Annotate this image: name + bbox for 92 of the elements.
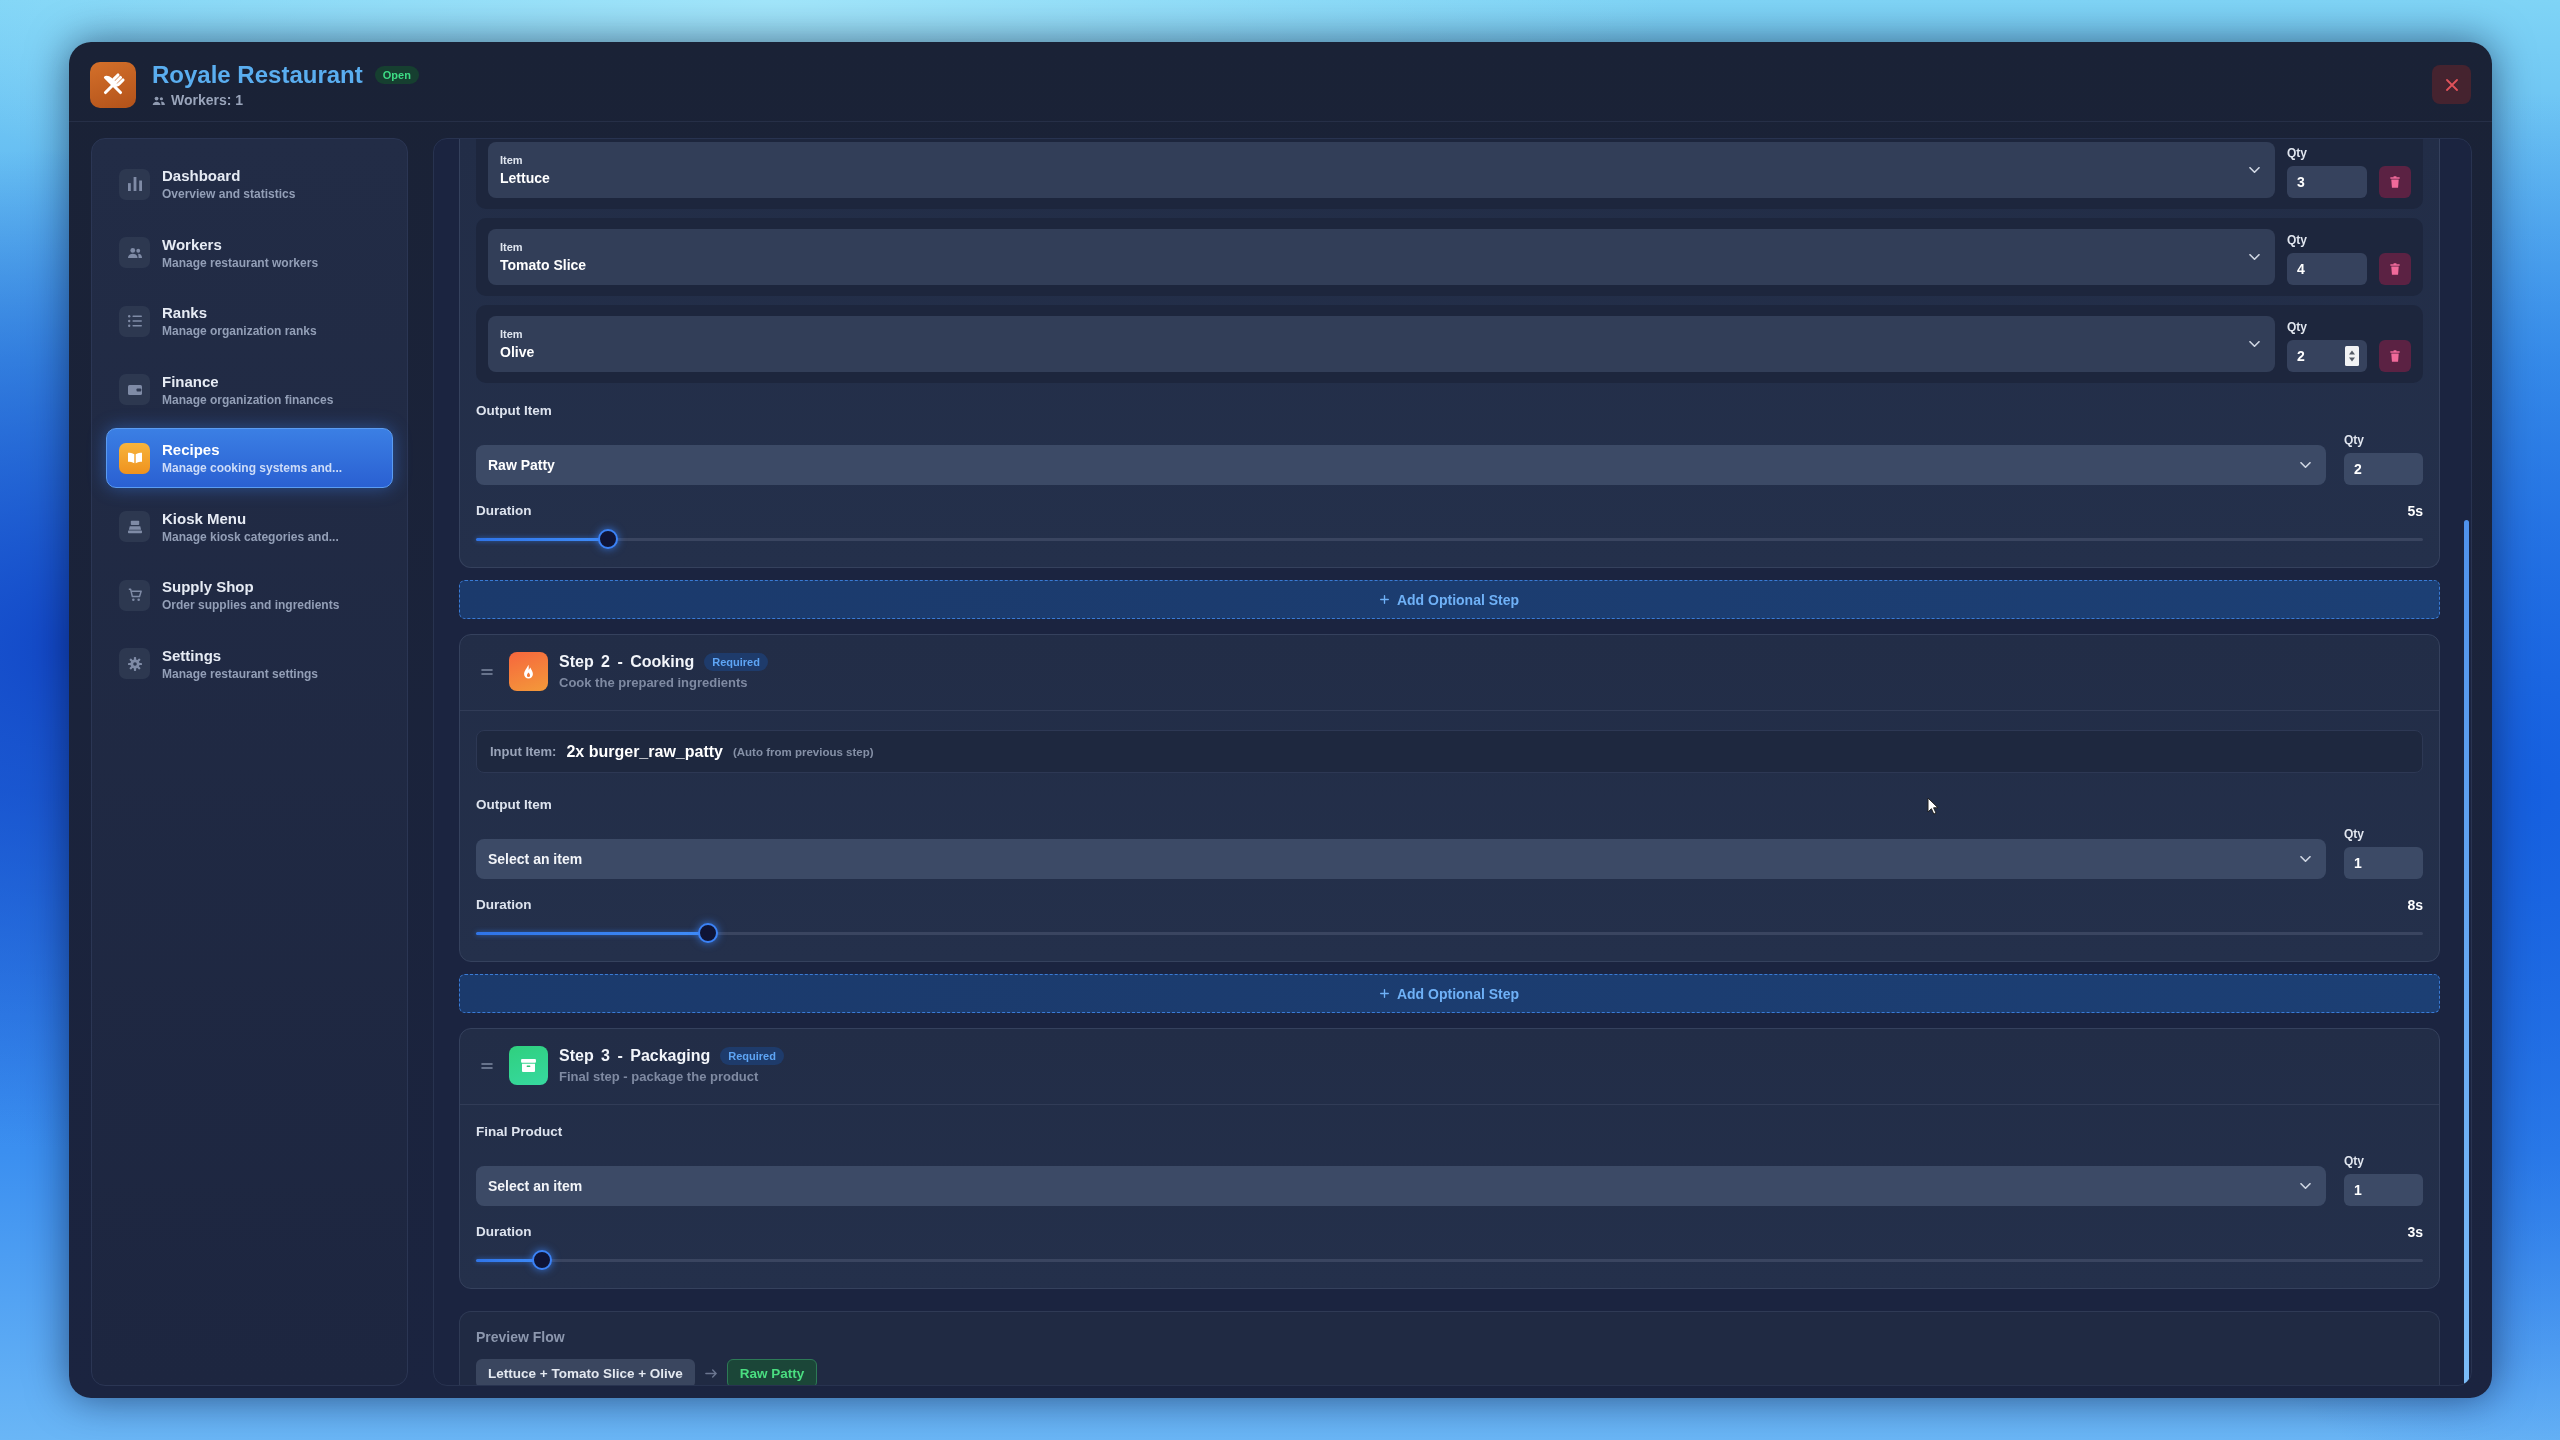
- sidebar-item[interactable]: Kiosk Menu Manage kiosk categories and...: [106, 496, 393, 557]
- duration-label: Duration: [476, 503, 532, 519]
- close-button[interactable]: [2432, 65, 2471, 104]
- slider-thumb[interactable]: [598, 529, 619, 549]
- duration-reading: 3s: [2407, 1224, 2423, 1240]
- step-title: Step 2 - Cooking: [559, 653, 695, 671]
- chevron-down-icon: [2300, 1183, 2311, 1189]
- delete-button[interactable]: [2379, 340, 2411, 372]
- output-label: Final Product: [476, 1124, 563, 1140]
- duration-reading: 8s: [2407, 897, 2423, 913]
- scrollbar-thumb[interactable]: [2464, 520, 2469, 1385]
- qty-label: Qty: [2344, 827, 2364, 841]
- output-select[interactable]: Select an item: [476, 839, 2326, 879]
- delete-button[interactable]: [2379, 166, 2411, 198]
- slider-thumb[interactable]: [532, 1250, 553, 1270]
- wallet-icon: [119, 374, 150, 405]
- duration-label: Duration: [476, 897, 532, 913]
- qty-label: Qty: [2287, 320, 2307, 334]
- duration-slider[interactable]: [476, 923, 2423, 943]
- qty-input[interactable]: 1: [2344, 1174, 2423, 1206]
- chevron-down-icon: [2300, 462, 2311, 468]
- item-select[interactable]: Item Lettuce: [488, 142, 2275, 198]
- plus-icon: [1379, 595, 1389, 604]
- sidebar-item[interactable]: Ranks Manage organization ranks: [106, 291, 393, 351]
- qty-input[interactable]: 3: [2287, 166, 2367, 198]
- step-description: Cook the prepared ingredients: [559, 675, 749, 690]
- register-icon: [119, 511, 150, 542]
- ingredients-chip: Lettuce + Tomato Slice + Olive: [476, 1359, 695, 1385]
- sidebar-item[interactable]: Supply Shop Order supplies and ingredients: [106, 565, 393, 625]
- users-icon: [119, 237, 150, 268]
- duration-slider[interactable]: [476, 529, 2423, 549]
- cursor-icon: [1927, 797, 1939, 815]
- output-chip: Raw Patty: [726, 1359, 818, 1385]
- list-icon: [119, 305, 150, 337]
- sidebar-item[interactable]: Settings Manage restaurant settings: [106, 633, 393, 694]
- qty-label: Qty: [2287, 233, 2307, 247]
- qty-label: Qty: [2344, 433, 2364, 447]
- slider-thumb[interactable]: [697, 923, 718, 943]
- sidebar-item[interactable]: Finance Manage organization finances: [106, 359, 393, 420]
- drag-handle-icon[interactable]: [481, 668, 493, 675]
- duration-label: Duration: [476, 1224, 532, 1240]
- qty-input[interactable]: 2: [2287, 340, 2367, 372]
- add-step-button[interactable]: Add Optional Step: [459, 580, 2440, 619]
- output-label: Output Item: [476, 797, 552, 813]
- output-select[interactable]: Raw Patty: [476, 445, 2326, 485]
- sidebar-item[interactable]: Recipes Manage cooking systems and...: [106, 428, 393, 488]
- cart-icon: [119, 579, 150, 611]
- sidebar-item[interactable]: Dashboard Overview and statistics: [106, 154, 393, 214]
- workers-count: Workers: 1: [171, 92, 244, 108]
- book-icon: [119, 442, 150, 474]
- required-badge: Required: [720, 1047, 784, 1065]
- close-icon: [2445, 78, 2458, 91]
- add-step-button[interactable]: Add Optional Step: [459, 974, 2440, 1013]
- settings-icon: [119, 648, 150, 679]
- sidebar-item[interactable]: Workers Manage restaurant workers: [106, 222, 393, 283]
- output-label: Output Item: [476, 403, 552, 419]
- bar-chart-icon: [119, 168, 150, 200]
- required-badge: Required: [704, 653, 768, 671]
- plus-icon: [1379, 989, 1389, 998]
- delete-button[interactable]: [2379, 253, 2411, 285]
- arrow-right-icon: [704, 1369, 717, 1378]
- output-select[interactable]: Select an item: [476, 1166, 2326, 1206]
- qty-label: Qty: [2344, 1154, 2364, 1168]
- people-icon: [152, 95, 165, 105]
- qty-label: Qty: [2287, 146, 2307, 160]
- chevron-down-icon: [2249, 341, 2260, 347]
- qty-input[interactable]: 4: [2287, 253, 2367, 285]
- item-select[interactable]: Item Olive: [488, 316, 2275, 372]
- flame-icon: [509, 652, 548, 691]
- box-icon: [509, 1046, 548, 1085]
- duration-slider[interactable]: [476, 1250, 2423, 1270]
- utensils-icon: [90, 61, 136, 108]
- input-item-label: Input Item:: [490, 744, 557, 759]
- duration-reading: 5s: [2407, 503, 2423, 519]
- chevron-down-icon: [2249, 167, 2260, 173]
- spin-arrows-icon[interactable]: [2345, 346, 2359, 366]
- step-title: Step 3 - Packaging: [559, 1047, 711, 1065]
- qty-input[interactable]: 1: [2344, 847, 2423, 879]
- input-item-note: (Auto from previous step): [732, 745, 874, 758]
- drag-handle-icon[interactable]: [481, 1062, 493, 1069]
- app-title: Royale Restaurant: [152, 61, 363, 89]
- trash-icon: [2390, 350, 2400, 362]
- input-item-value: 2x burger_raw_patty: [566, 742, 723, 761]
- trash-icon: [2390, 263, 2400, 275]
- item-select[interactable]: Item Tomato Slice: [488, 229, 2275, 285]
- status-badge: Open: [374, 66, 419, 84]
- qty-input[interactable]: 2: [2344, 453, 2423, 485]
- preview-title: Preview Flow: [476, 1329, 565, 1345]
- step-description: Final step - package the product: [559, 1069, 760, 1084]
- chevron-down-icon: [2249, 254, 2260, 260]
- chevron-down-icon: [2300, 856, 2311, 862]
- trash-icon: [2390, 176, 2400, 188]
